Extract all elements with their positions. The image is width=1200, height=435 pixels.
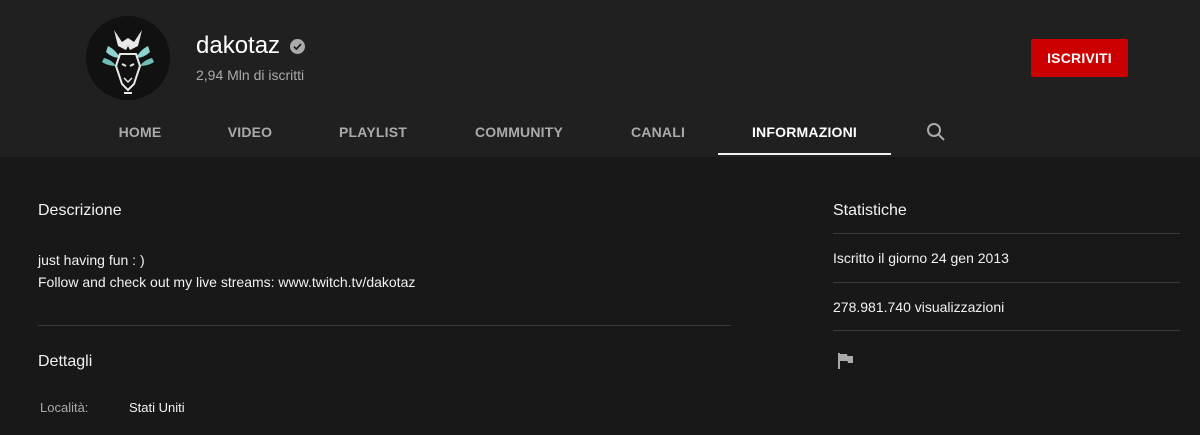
stats-divider [833, 233, 1180, 234]
subscriber-count: 2,94 Mln di iscritti [196, 67, 305, 83]
tab-community[interactable]: COMMUNITY [460, 106, 578, 157]
stats-divider [833, 330, 1180, 331]
description-text: just having fun : ) Follow and check out… [38, 249, 415, 293]
description-line: just having fun : ) [38, 252, 145, 268]
channel-avatar[interactable] [86, 16, 170, 100]
joined-date: Iscritto il giorno 24 gen 2013 [833, 250, 1009, 266]
subscribe-button[interactable]: ISCRIVITI [1031, 39, 1128, 77]
channel-search-button[interactable] [912, 106, 960, 157]
details-title: Dettagli [38, 353, 93, 370]
tab-video[interactable]: VIDEO [216, 106, 284, 157]
description-line: Follow and check out my live streams: ww… [38, 274, 416, 290]
section-divider [38, 325, 731, 326]
location-value: Stati Uniti [129, 400, 185, 415]
flag-icon [838, 353, 853, 369]
channel-avatar-icon [86, 16, 170, 100]
report-flag-button[interactable] [836, 351, 856, 371]
search-icon [927, 122, 945, 141]
stats-divider [833, 282, 1180, 283]
channel-tabs: HOME VIDEO PLAYLIST COMMUNITY CANALI INF… [0, 106, 1200, 157]
channel-header: dakotaz 2,94 Mln di iscritti ISCRIVITI H… [0, 0, 1200, 157]
view-count: 278.981.740 visualizzazioni [833, 299, 1005, 315]
tab-canali[interactable]: CANALI [618, 106, 698, 157]
description-title: Descrizione [38, 202, 122, 219]
channel-name: dakotaz [196, 32, 306, 60]
channel-name-text: dakotaz [196, 32, 281, 59]
verified-check-icon [290, 38, 306, 54]
tab-playlist[interactable]: PLAYLIST [327, 106, 419, 157]
location-label: Località: [40, 400, 89, 415]
tab-informazioni[interactable]: INFORMAZIONI [718, 106, 891, 157]
stats-title: Statistiche [833, 202, 907, 219]
tab-home[interactable]: HOME [106, 106, 174, 157]
